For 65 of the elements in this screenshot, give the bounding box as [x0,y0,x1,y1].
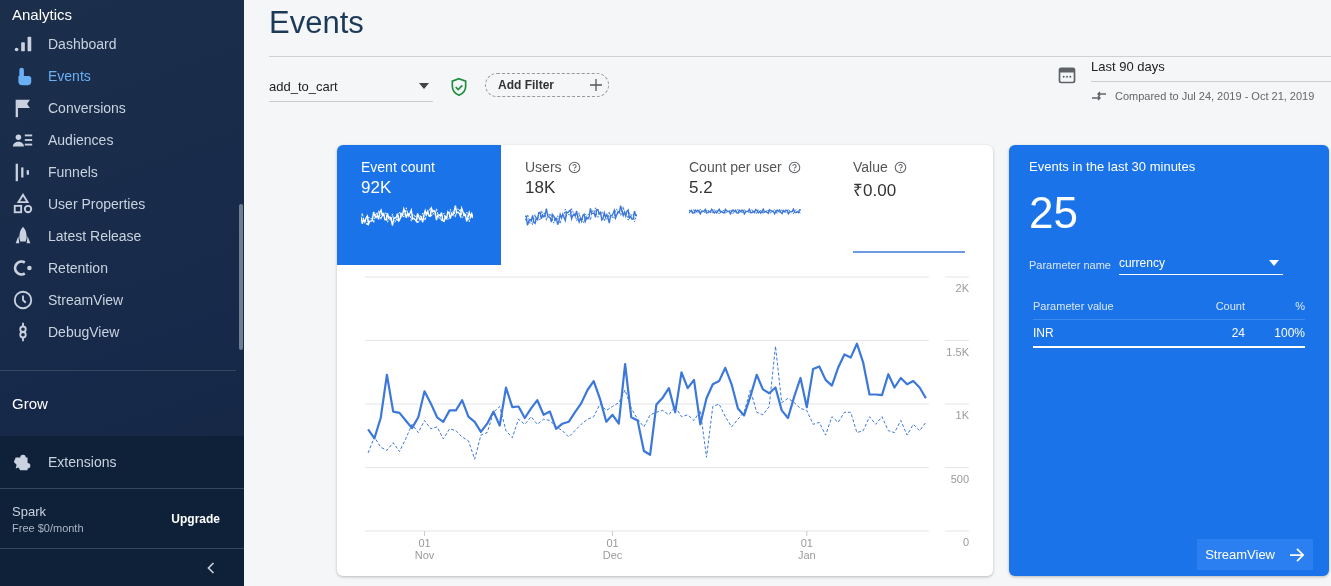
metric-value: ₹0.00 [853,180,898,201]
metric-value: 92K [361,178,393,198]
y-axis-label: 500 [950,472,969,485]
y-axis-label: 0 [962,536,969,548]
metric-tab[interactable]: Users 18K [501,145,665,265]
event-select[interactable]: add_to_cart [269,71,433,102]
sidebar-item[interactable]: Audiences [0,124,236,156]
y-axis-label: 2K [955,282,969,294]
parameter-label: Parameter name [1029,259,1111,273]
x-axis-label: 01 Dec [602,537,623,561]
metric-tab[interactable]: Event count 92K [337,145,501,265]
help-icon[interactable] [787,160,801,174]
metric-value: 18K [525,178,557,198]
section-heading: Grow [12,395,48,412]
column-header: % [1294,300,1305,312]
sidebar-item[interactable]: Retention [0,252,236,284]
sidebar-title: Analytics [11,5,74,25]
sidebar-item[interactable]: DebugView [0,316,236,348]
table-cell-text: INR [1033,326,1055,340]
metric-value: 5.2 [689,178,714,198]
plan-price: Free $0/month [12,521,84,534]
sidebar-item[interactable]: Conversions [0,92,236,124]
x-axis-label: 01 Nov [414,537,435,561]
metric-tab[interactable]: Count per user 5.2 [665,145,829,265]
y-axis-label: 1K [955,409,969,421]
help-icon[interactable] [893,160,907,174]
date-range-select[interactable]: Last 90 days [1091,59,1331,82]
collapse-chevron-icon[interactable] [206,560,216,575]
column-header: Parameter value [1033,300,1115,312]
sidebar-item[interactable]: Funnels [0,156,236,188]
help-icon[interactable] [567,160,581,174]
metric-tab[interactable]: Value ₹0.00 [829,145,993,265]
plan-name: Spark [12,503,47,519]
upgrade-button[interactable]: Upgrade [159,507,232,530]
streamview-button[interactable]: StreamView [1197,539,1313,570]
sidebar-item[interactable]: User Properties [0,188,236,220]
parameter-select[interactable]: currency [1118,252,1283,275]
y-axis-label: 1.5K [946,345,969,358]
shapes-icon [12,193,34,215]
arrow-right-icon [1289,547,1305,562]
sidebar-item[interactable]: Extensions [0,436,244,489]
metric-label: Value [853,159,888,175]
dropdown-caret-icon [1268,260,1279,266]
page-title: Events [269,4,1331,57]
comparison-text: Compared to Jul 24, 2019 - Oct 21, 2019 [1115,90,1315,102]
shield-check-icon [449,77,469,97]
compare-arrows-icon [1091,90,1107,102]
metric-label: Users [525,159,562,175]
metric-label: Count per user [689,159,782,175]
sidebar-item[interactable]: Latest Release [0,220,236,252]
table-cell-text: 24 [1230,326,1245,340]
column-header: Count [1214,300,1245,312]
calendar-icon [1057,65,1077,85]
scrollbar[interactable] [239,204,243,350]
sidebar-item[interactable]: Dashboard [0,28,236,60]
clock-icon [12,289,34,311]
sidebar-item[interactable]: StreamView [0,284,236,316]
metric-label: Event count [361,159,435,175]
event-count: 25 [1029,188,1079,239]
dropdown-caret-icon [419,83,429,89]
sidebar-item[interactable]: Events [0,60,236,92]
x-axis-label: 01 Jan [797,537,816,561]
table-cell-text: 100% [1273,326,1305,340]
plus-icon [590,79,602,91]
card-title: Events in the last 30 minutes [1029,159,1197,174]
